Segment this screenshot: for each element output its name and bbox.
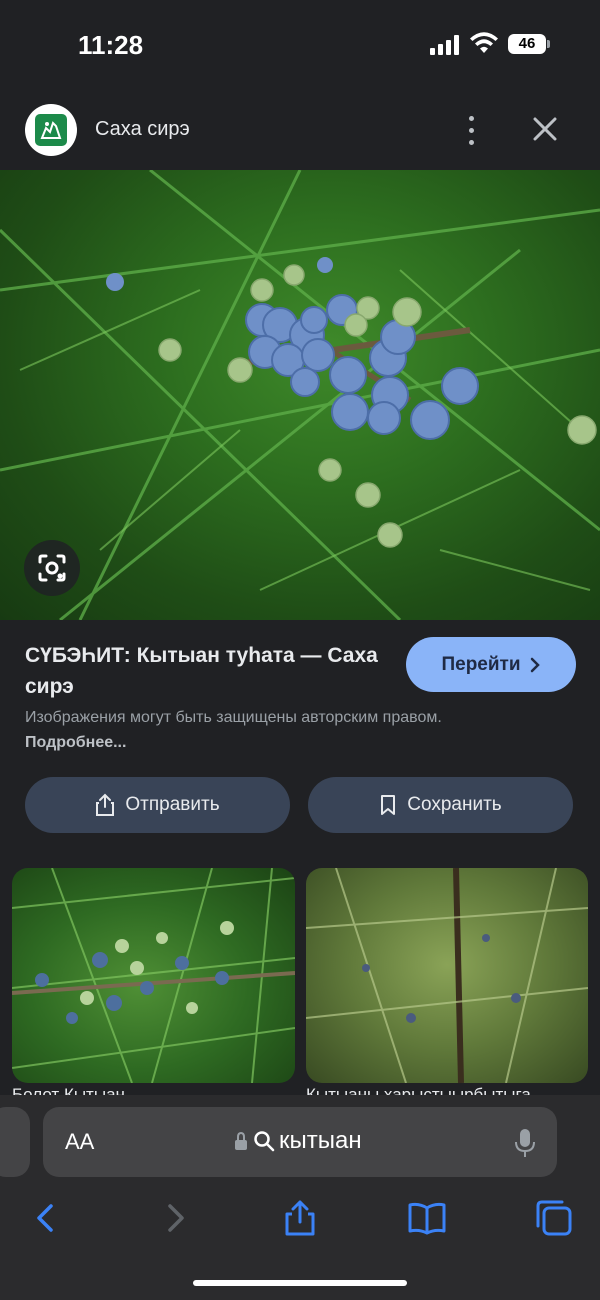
- reader-settings-button[interactable]: AA: [65, 1129, 94, 1155]
- copyright-text: Изображения могут быть защищены авторски…: [25, 709, 442, 726]
- status-bar: 11:28 46: [0, 0, 600, 90]
- battery-level: 46: [508, 34, 546, 54]
- signal-icon: [430, 35, 460, 55]
- wifi-icon: [470, 32, 498, 53]
- more-vert-icon[interactable]: [462, 112, 482, 148]
- goto-button-label: Перейти: [441, 653, 521, 675]
- save-button-label: Сохранить: [407, 794, 502, 815]
- save-button[interactable]: Сохранить: [308, 777, 573, 833]
- tabs-icon[interactable]: [534, 1198, 574, 1238]
- status-time: 11:28: [78, 30, 144, 60]
- battery-icon: 46: [508, 34, 550, 54]
- goto-button[interactable]: Перейти: [406, 637, 576, 692]
- send-button[interactable]: Отправить: [25, 777, 290, 833]
- chevron-right-icon: [530, 657, 540, 672]
- related-image[interactable]: [306, 868, 588, 1083]
- share-icon[interactable]: [280, 1198, 320, 1238]
- address-text[interactable]: кытыан: [233, 1127, 362, 1155]
- site-logo[interactable]: [25, 104, 77, 156]
- bookmarks-icon[interactable]: [407, 1198, 447, 1238]
- back-icon[interactable]: [26, 1198, 66, 1238]
- more-info-link[interactable]: Подробнее...: [25, 734, 126, 751]
- search-icon: [254, 1131, 275, 1152]
- send-button-label: Отправить: [125, 794, 220, 815]
- share-icon: [96, 793, 115, 816]
- related-image[interactable]: [12, 868, 295, 1083]
- lock-icon: [235, 1131, 247, 1150]
- lens-search-button[interactable]: [24, 540, 80, 596]
- result-title[interactable]: СҮБЭҺИТ: Кытыан туһата — Саха сирэ: [25, 640, 385, 702]
- copyright-notice: Изображения могут быть защищены авторски…: [25, 705, 455, 755]
- home-indicator[interactable]: [193, 1280, 407, 1286]
- result-header: Саха сирэ: [0, 90, 600, 170]
- previous-tab-preview[interactable]: [0, 1107, 30, 1177]
- address-bar[interactable]: AA кытыан: [43, 1107, 557, 1177]
- bookmark-icon: [381, 795, 396, 815]
- forward-icon[interactable]: [155, 1198, 195, 1238]
- address-query: кытыан: [279, 1127, 362, 1154]
- mic-icon[interactable]: [513, 1127, 537, 1159]
- site-name[interactable]: Саха сирэ: [95, 118, 190, 141]
- main-image[interactable]: [0, 170, 600, 620]
- close-icon[interactable]: [528, 112, 562, 146]
